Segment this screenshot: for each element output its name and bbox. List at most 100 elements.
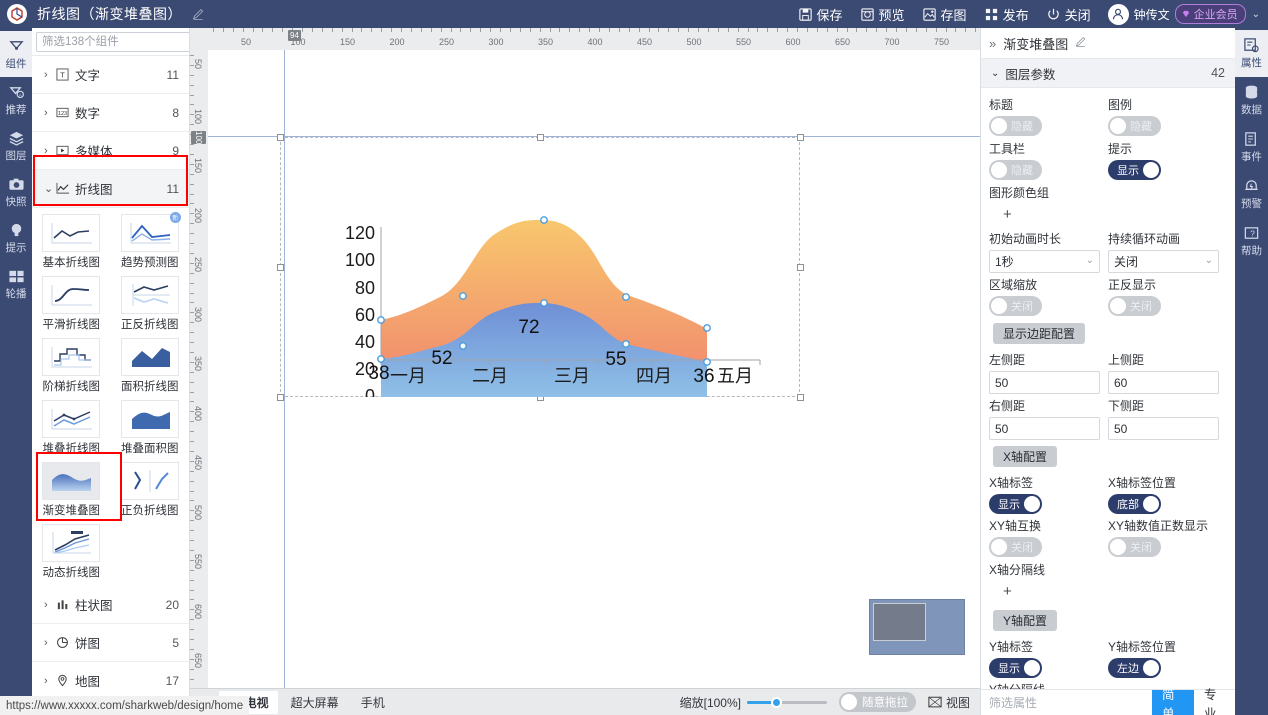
ruler-tick <box>460 28 462 32</box>
camera-icon <box>8 178 24 190</box>
chart-thumb-stacked-area[interactable]: 堆叠面积图 <box>111 398 190 460</box>
group-header-yaxis[interactable]: Y轴配置 <box>993 610 1058 631</box>
view-button[interactable]: 视图 <box>928 694 970 711</box>
margin-left-input[interactable] <box>989 371 1100 394</box>
chart-thumb-smooth-line[interactable]: 平滑折线图 <box>32 274 111 336</box>
free-drag-toggle[interactable]: 随意拖拉 <box>838 692 916 712</box>
chart-thumb-gradient-stacked[interactable]: 渐变堆叠图 <box>32 460 111 522</box>
group-header-xaxis[interactable]: X轴配置 <box>993 446 1058 467</box>
ruler-tick <box>509 28 511 32</box>
chart-thumb-dynamic-line[interactable]: 动态折线图 <box>32 522 111 584</box>
chart-thumb-mirror-line[interactable]: 正反折线图 <box>111 274 190 336</box>
category-count: 20 <box>165 597 179 612</box>
category-bar-chart[interactable]: › 柱状图 20 <box>32 586 189 624</box>
save-button[interactable]: 保存 <box>798 5 843 24</box>
field-label-x-split: X轴分隔线 <box>989 563 1046 577</box>
toggle-area-zoom[interactable]: 关闭 <box>989 296 1042 316</box>
rrail-item-alarm[interactable]: 预警 <box>1235 171 1268 218</box>
rail-item-components[interactable]: 组件 <box>0 31 32 77</box>
ruler-tick <box>190 520 194 522</box>
ruler-tick <box>190 272 194 274</box>
toggle-xy-swap[interactable]: 关闭 <box>989 537 1042 557</box>
browser-status-url: https://www.xxxxx.com/sharkweb/design/ho… <box>0 696 250 715</box>
canvas-minimap[interactable] <box>869 599 965 655</box>
chart-thumb-pos-neg-line[interactable]: 正负折线图 <box>111 460 190 522</box>
margin-right-input[interactable] <box>989 417 1100 440</box>
rrail-item-properties[interactable]: 属性 <box>1235 30 1268 77</box>
export-image-button[interactable]: 存图 <box>922 5 967 24</box>
toggle-xy-positive[interactable]: 关闭 <box>1108 537 1161 557</box>
gradient-stacked-thumb <box>42 462 101 500</box>
ruler-tick <box>190 282 194 284</box>
double-chevron-right-icon[interactable]: » <box>989 36 996 51</box>
filter-properties-input[interactable] <box>981 690 1152 715</box>
toggle-x-label[interactable]: 显示 <box>989 494 1042 514</box>
rrail-item-events[interactable]: 事件 <box>1235 124 1268 171</box>
layer-params-section-header[interactable]: ⌄ 图层参数 42 <box>981 58 1235 88</box>
preview-button[interactable]: 预览 <box>860 5 905 24</box>
zoom-slider-handle[interactable] <box>770 696 782 708</box>
toggle-y-label-position[interactable]: 左边 <box>1108 658 1161 678</box>
rail-item-tips[interactable]: 提示 <box>0 215 32 261</box>
rail-item-snapshot[interactable]: 快照 <box>0 169 32 215</box>
toggle-y-label[interactable]: 显示 <box>989 658 1042 678</box>
ruler-tick <box>579 28 581 32</box>
chart-thumb-trend-forecast[interactable]: 新 趋势预测图 <box>111 212 190 274</box>
device-tab-mobile[interactable]: 手机 <box>352 691 394 714</box>
add-x-split-button[interactable]: + <box>989 581 1227 604</box>
rail-item-carousel[interactable]: 轮播 <box>0 261 32 307</box>
close-button[interactable]: 关闭 <box>1046 5 1091 24</box>
svg-text:A: A <box>18 92 21 97</box>
chart-thumb-area-line[interactable]: 面积折线图 <box>111 336 190 398</box>
rail-item-recommend[interactable]: A 推荐 <box>0 77 32 123</box>
group-header-margin[interactable]: 显示边距配置 <box>993 323 1086 344</box>
toggle-title[interactable]: 隐藏 <box>989 116 1042 136</box>
rrail-item-help[interactable]: ? 帮助 <box>1235 218 1268 265</box>
design-page-area[interactable]: 120 100 80 60 40 20 0 一月 二月 三月 四月 五月 38 … <box>208 50 980 688</box>
toggle-reverse-display[interactable]: 关闭 <box>1108 296 1161 316</box>
category-line-chart[interactable]: ⌄ 折线图 11 <box>32 170 189 208</box>
rrail-item-data[interactable]: 数据 <box>1235 77 1268 124</box>
margin-bottom-input[interactable] <box>1108 417 1219 440</box>
thumb-label: 基本折线图 <box>42 257 101 269</box>
ruler-tick <box>935 28 937 32</box>
search-input[interactable] <box>36 31 189 52</box>
toggle-legend[interactable]: 隐藏 <box>1108 116 1161 136</box>
pencil-icon[interactable] <box>192 8 205 21</box>
publish-button[interactable]: 发布 <box>984 5 1029 24</box>
category-number[interactable]: › 123 数字 8 <box>32 94 189 132</box>
ruler-tick <box>232 28 234 32</box>
category-media[interactable]: › 多媒体 9 <box>32 132 189 170</box>
zoom-slider[interactable] <box>746 696 827 708</box>
mode-simple-button[interactable]: 简单 <box>1152 688 1194 715</box>
ruler-tick <box>190 361 194 363</box>
status-badge[interactable]: 企业会员 <box>1174 4 1246 24</box>
chart-thumb-stacked-line[interactable]: 堆叠折线图 <box>32 398 111 460</box>
toggle-tooltip[interactable]: 显示 <box>1108 160 1161 180</box>
category-map[interactable]: › 地图 17 <box>32 662 189 700</box>
loop-anim-select[interactable] <box>1108 250 1219 273</box>
horizontal-ruler[interactable]: 50 100 150 200 250 300 350 400 450 500 550 600 650 70… <box>208 28 980 50</box>
user-menu[interactable]: 钟传文 企业会员 <box>1107 3 1246 25</box>
rail-item-layers[interactable]: 图层 <box>0 123 32 169</box>
category-text[interactable]: › T 文字 11 <box>32 56 189 94</box>
vertical-ruler[interactable]: 5010015020025030035040045050055060065070… <box>190 50 208 688</box>
mode-pro-button[interactable]: 专业 <box>1194 688 1235 715</box>
category-pie-chart[interactable]: › 饼图 5 <box>32 624 189 662</box>
margin-top-input[interactable] <box>1108 371 1219 394</box>
free-drag-label: 随意拖拉 <box>861 697 908 709</box>
add-color-group-button[interactable]: + <box>989 204 1227 227</box>
chart-thumb-step-line[interactable]: 阶梯折线图 <box>32 336 111 398</box>
device-tab-large-screen[interactable]: 超大屏幕 <box>282 691 348 714</box>
toggle-x-label-position[interactable]: 底部 <box>1108 494 1161 514</box>
init-anim-select[interactable] <box>989 250 1100 273</box>
toggle-toolbar[interactable]: 隐藏 <box>989 160 1042 180</box>
ruler-tick <box>846 28 848 32</box>
ruler-tick <box>331 28 333 32</box>
gradient-stacked-area-chart[interactable]: 120 100 80 60 40 20 0 一月 二月 三月 四月 五月 38 … <box>280 137 800 397</box>
chart-thumb-basic-line[interactable]: 基本折线图 <box>32 212 111 274</box>
pencil-icon[interactable] <box>1075 36 1087 51</box>
ruler-tick <box>420 28 422 32</box>
minimap-viewport[interactable] <box>873 603 926 641</box>
chevron-down-icon[interactable]: ⌄ <box>1252 9 1260 20</box>
